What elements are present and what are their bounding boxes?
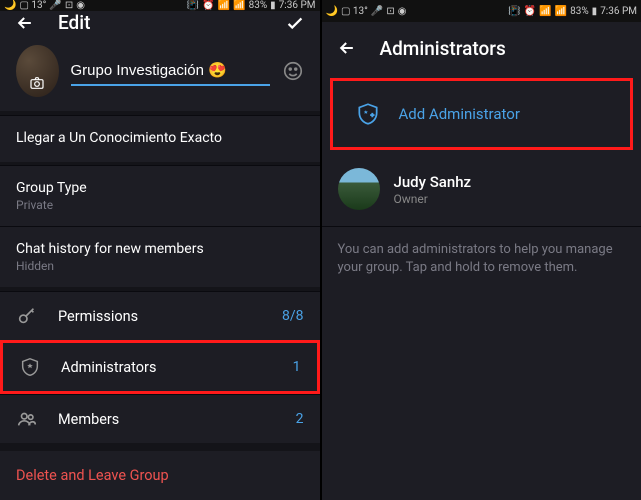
app-icon-2: ◉ (76, 0, 85, 11)
app-bar: Edit (0, 11, 320, 35)
vibrate-icon: 📳 (508, 6, 520, 17)
administrators-label: Administrators (61, 359, 273, 376)
chat-history-value: Hidden (16, 259, 304, 273)
edit-screen: 🌙 ▢ 13° 🎤 ⊡ ◉ 📳 ⏰ 📶 📶 83% ▮ 7:36 PM Edit (0, 0, 320, 500)
moon-icon: 🌙 (4, 0, 16, 11)
wifi-icon: 📶 (218, 0, 230, 11)
screen-title: Administrators (380, 37, 628, 60)
member-name: Judy Sanhz (394, 173, 472, 191)
avatar (338, 168, 380, 210)
chat-history-label: Chat history for new members (16, 241, 304, 257)
app-icon-2: ◉ (398, 6, 407, 17)
permissions-value: 8/8 (282, 308, 304, 324)
alarm-icon: ⏰ (524, 6, 536, 17)
members-row[interactable]: Members 2 (0, 394, 320, 443)
group-type-value: Private (16, 198, 304, 212)
members-label: Members (58, 411, 276, 428)
vibrate-icon: 📳 (187, 0, 199, 11)
back-button[interactable] (336, 37, 358, 59)
administrators-screen: 🌙 ▢ 13° 🎤 ⊡ ◉ 📳 ⏰ 📶 📶 83% ▮ 7:36 PM Admi… (322, 0, 641, 500)
admin-member-row[interactable]: Judy Sanhz Owner (322, 158, 641, 220)
battery-icon: ▮ (270, 0, 276, 11)
alarm-icon: ⏰ (202, 0, 214, 11)
app-icon: ⊡ (386, 6, 394, 17)
mic-icon: 🎤 (49, 0, 61, 11)
description-row[interactable]: Llegar a Un Conocimiento Exacto (0, 115, 320, 162)
screen-title: Edit (58, 11, 262, 34)
mic-icon: 🎤 (371, 6, 383, 17)
group-header (0, 35, 320, 111)
app-icon: ⊡ (65, 0, 73, 11)
app-bar: Administrators (322, 22, 641, 74)
key-icon (16, 305, 38, 327)
description-text: Llegar a Un Conocimiento Exacto (16, 130, 304, 146)
shield-star-icon (19, 356, 41, 378)
administrators-value: 1 (293, 359, 301, 375)
emoji-button[interactable] (282, 60, 304, 82)
administrators-row[interactable]: Administrators 1 (0, 340, 320, 394)
camera-icon (27, 75, 47, 91)
chat-history-row[interactable]: Chat history for new members Hidden (0, 226, 320, 287)
delete-label: Delete and Leave Group (16, 467, 169, 484)
moon-icon: 🌙 (326, 6, 338, 17)
info-text: You can add administrators to help you m… (322, 226, 641, 291)
battery-text: 83% (249, 0, 268, 11)
back-button[interactable] (14, 12, 36, 34)
clock: 7:36 PM (279, 0, 316, 11)
shield-plus-icon (355, 101, 381, 127)
members-value: 2 (296, 411, 304, 427)
permissions-label: Permissions (58, 308, 262, 325)
people-icon (16, 408, 38, 430)
group-type-label: Group Type (16, 180, 304, 196)
permissions-row[interactable]: Permissions 8/8 (0, 291, 320, 340)
temp-indicator: ▢ 13° (19, 0, 46, 11)
wifi-icon: 📶 (539, 6, 551, 17)
signal-icon: 📶 (555, 6, 567, 17)
add-admin-label: Add Administrator (399, 105, 520, 123)
group-avatar[interactable] (16, 45, 59, 97)
signal-icon: 📶 (233, 0, 245, 11)
group-name-input[interactable] (71, 55, 270, 86)
group-type-row[interactable]: Group Type Private (0, 165, 320, 226)
battery-icon: ▮ (592, 6, 598, 17)
delete-leave-button[interactable]: Delete and Leave Group (0, 443, 320, 500)
status-bar: 🌙 ▢ 13° 🎤 ⊡ ◉ 📳 ⏰ 📶 📶 83% ▮ 7:36 PM (322, 0, 641, 22)
member-role: Owner (394, 192, 472, 206)
status-bar: 🌙 ▢ 13° 🎤 ⊡ ◉ 📳 ⏰ 📶 📶 83% ▮ 7:36 PM (0, 0, 320, 11)
battery-text: 83% (570, 6, 589, 17)
add-administrator-button[interactable]: Add Administrator (339, 87, 625, 141)
clock: 7:36 PM (600, 6, 637, 17)
temp-indicator: ▢ 13° (341, 6, 368, 17)
confirm-button[interactable] (284, 12, 306, 34)
